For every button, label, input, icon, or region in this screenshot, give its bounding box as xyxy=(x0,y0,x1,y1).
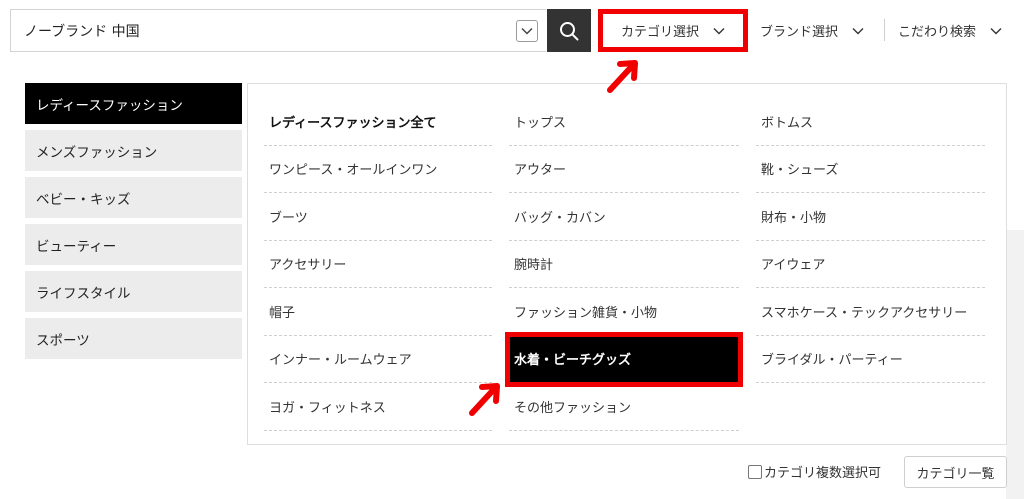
search-icon xyxy=(560,21,579,40)
subcategory-panel: レディースファッション全て トップス ボトムス ワンピース・オールインワン アウ… xyxy=(247,83,1007,445)
chevron-down-icon xyxy=(713,27,725,34)
subcategory-eyewear[interactable]: アイウェア xyxy=(756,241,985,288)
subcategory-swimwear[interactable]: 水着・ビーチグッズ xyxy=(505,331,743,387)
multi-select-label: カテゴリ複数選択可 xyxy=(764,466,882,481)
sidebar-item-lifestyle[interactable]: ライフスタイル xyxy=(25,271,242,312)
subcategory-wallets[interactable]: 財布・小物 xyxy=(756,193,985,241)
subcategory-boots[interactable]: ブーツ xyxy=(264,193,492,241)
subcategory-outer[interactable]: アウター xyxy=(509,146,739,193)
kodawari-search-button[interactable]: こだわり検索 xyxy=(898,9,1002,52)
brand-select-label: ブランド選択 xyxy=(760,25,839,40)
subcategory-bottoms[interactable]: ボトムス xyxy=(756,98,985,146)
sidebar-item-beauty[interactable]: ビューティー xyxy=(25,224,242,265)
multi-select-checkbox[interactable]: カテゴリ複数選択可 xyxy=(748,462,881,481)
sidebar-item-baby-kids[interactable]: ベビー・キッズ xyxy=(25,177,242,218)
subcategory-other-fashion[interactable]: その他ファッション xyxy=(509,383,739,431)
chevron-down-icon xyxy=(521,27,533,35)
category-list-button[interactable]: カテゴリ一覧 xyxy=(904,456,1007,488)
chevron-down-icon xyxy=(852,27,864,34)
sidebar-item-label: ビューティー xyxy=(36,238,117,255)
category-select-label: カテゴリ選択 xyxy=(620,25,699,40)
brand-select-button[interactable]: ブランド選択 xyxy=(760,9,864,52)
category-select-button[interactable]: カテゴリ選択 xyxy=(598,9,748,52)
subcategory-bags[interactable]: バッグ・カバン xyxy=(509,193,739,241)
subcategory-grid: レディースファッション全て トップス ボトムス ワンピース・オールインワン アウ… xyxy=(264,98,985,431)
chevron-down-icon xyxy=(990,27,1002,34)
sidebar-item-label: スポーツ xyxy=(36,332,90,349)
subcategory-tops[interactable]: トップス xyxy=(509,98,739,146)
subcategory-accessories[interactable]: アクセサリー xyxy=(264,241,492,288)
annotation-arrow-icon xyxy=(607,60,638,93)
category-list-label: カテゴリ一覧 xyxy=(916,466,995,482)
search-dropdown-button[interactable] xyxy=(516,20,538,42)
category-sidebar: レディースファッション メンズファッション ベビー・キッズ ビューティー ライフ… xyxy=(25,83,242,365)
sidebar-item-label: レディースファッション xyxy=(36,97,183,114)
search-input[interactable]: ノーブランド 中国 xyxy=(10,9,546,52)
annotation-arrow-icon xyxy=(469,383,500,416)
subcategory-watches[interactable]: 腕時計 xyxy=(509,241,739,288)
subcategory-fashion-goods[interactable]: ファッション雑貨・小物 xyxy=(509,288,739,336)
subcategory-phone-cases[interactable]: スマホケース・テックアクセサリー xyxy=(756,288,985,336)
subcategory-bridal[interactable]: ブライダル・パーティー xyxy=(756,336,985,383)
sidebar-item-label: メンズファッション xyxy=(36,144,158,161)
search-button[interactable] xyxy=(547,9,591,52)
sidebar-item-ladies[interactable]: レディースファッション xyxy=(25,83,242,124)
subcategory-empty xyxy=(756,383,985,431)
sidebar-item-sports[interactable]: スポーツ xyxy=(25,318,242,359)
subcategory-hats[interactable]: 帽子 xyxy=(264,288,492,336)
subcategory-onepiece[interactable]: ワンピース・オールインワン xyxy=(264,146,492,193)
kodawari-search-label: こだわり検索 xyxy=(898,25,977,40)
subcategory-shoes[interactable]: 靴・シューズ xyxy=(756,146,985,193)
search-input-value: ノーブランド 中国 xyxy=(24,23,140,40)
checkbox[interactable] xyxy=(748,464,762,479)
page-backdrop xyxy=(1006,230,1024,499)
subcategory-all-ladies[interactable]: レディースファッション全て xyxy=(264,98,492,146)
sidebar-item-mens[interactable]: メンズファッション xyxy=(25,130,242,171)
nav-divider xyxy=(884,19,885,41)
sidebar-item-label: ベビー・キッズ xyxy=(36,191,131,208)
sidebar-item-label: ライフスタイル xyxy=(36,285,131,302)
subcategory-inner[interactable]: インナー・ルームウェア xyxy=(264,336,492,383)
subcategory-yoga[interactable]: ヨガ・フィットネス xyxy=(264,383,492,431)
